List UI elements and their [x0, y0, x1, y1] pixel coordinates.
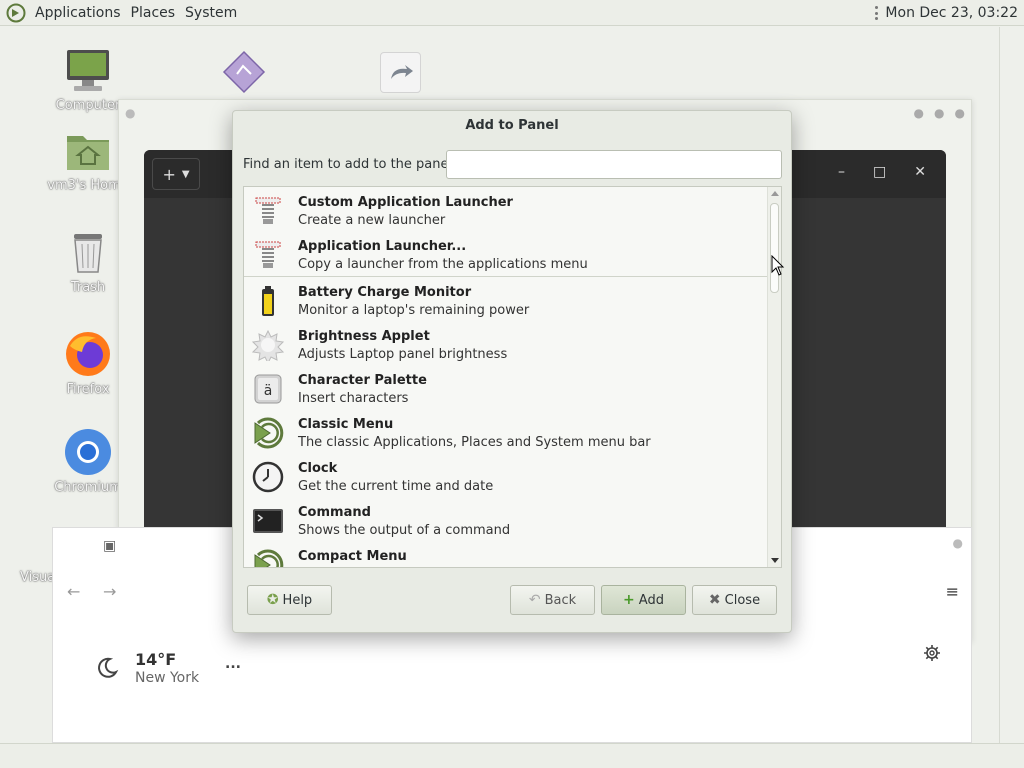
bottom-panel — [0, 743, 1024, 768]
applet-list[interactable]: Custom Application Launcher Create a new… — [243, 186, 782, 568]
add-button-label: Add — [638, 592, 664, 608]
desktop-icon-update[interactable] — [380, 52, 421, 93]
help-icon: ✪ — [266, 592, 279, 608]
list-item[interactable]: Custom Application Launcher Create a new… — [244, 189, 768, 233]
scroll-down-icon[interactable] — [771, 558, 779, 563]
weather-places-icon[interactable]: ▣ — [103, 538, 116, 554]
help-button-label: Help — [282, 592, 313, 608]
character-palette-icon: ä — [254, 374, 282, 404]
system-menu[interactable]: System — [180, 5, 242, 21]
clock-applet[interactable]: Mon Dec 23, 03:22 — [885, 5, 1018, 21]
list-item[interactable]: Classic Menu The classic Applications, P… — [244, 411, 768, 455]
firefox-icon — [66, 332, 110, 376]
home-folder-icon — [67, 136, 109, 170]
top-panel: Applications Places System Mon Dec 23, 0… — [0, 0, 1024, 26]
add-to-panel-dialog: Add to Panel Find an item to add to the … — [232, 110, 792, 633]
maximize-icon[interactable]: □ — [873, 164, 886, 180]
close-button-label: Close — [724, 592, 761, 608]
list-item[interactable]: Brightness Applet Adjusts Laptop panel b… — [244, 323, 768, 367]
item-name: Command — [298, 505, 371, 520]
find-label: Find an item to add to the panel: — [243, 157, 457, 172]
item-description: Shows the output of a command — [298, 523, 511, 538]
back-button-label: Back — [544, 592, 577, 608]
chromium-icon — [65, 429, 111, 475]
close-icon[interactable]: ✕ — [914, 164, 926, 180]
list-item[interactable]: Application Launcher... Copy a launcher … — [244, 233, 768, 277]
svg-text:ä: ä — [264, 383, 273, 399]
list-item[interactable]: Battery Charge Monitor Monitor a laptop'… — [244, 279, 768, 323]
more-options-button[interactable]: ... — [225, 656, 241, 672]
close-x-icon: ✖ — [708, 592, 721, 608]
window-controls: ● ● ● — [914, 106, 965, 120]
item-description: Adjusts Laptop panel brightness — [298, 347, 508, 362]
item-name: Clock — [298, 461, 338, 476]
help-button[interactable]: ✪ Help — [247, 585, 332, 615]
refresh-icon — [391, 65, 413, 79]
launcher-icon — [255, 197, 281, 224]
script-icon — [222, 50, 266, 94]
hamburger-menu-icon[interactable]: ≡ — [946, 582, 959, 601]
gear-icon[interactable] — [923, 644, 941, 662]
location: New York — [135, 670, 200, 686]
dialog-title: Add to Panel — [465, 118, 559, 133]
launcher-icon — [255, 241, 281, 268]
forward-arrow-icon[interactable]: → — [103, 582, 116, 601]
item-name: Custom Application Launcher — [298, 195, 513, 210]
item-name: Application Launcher... — [298, 239, 467, 254]
minimize-icon[interactable]: – — [838, 164, 845, 180]
plus-icon: + — [623, 592, 635, 608]
computer-icon — [67, 50, 109, 91]
item-description: Create a new launcher — [298, 213, 446, 228]
item-description: The classic Applications, Places and Sys… — [298, 435, 651, 450]
back-arrow-icon: ↶ — [528, 592, 541, 608]
item-description: Get the current time and date — [298, 479, 494, 494]
panel-handle-icon[interactable] — [875, 6, 879, 20]
item-name: Classic Menu — [298, 417, 394, 432]
desktop-icon-label: Visua — [20, 570, 56, 585]
back-button[interactable]: ↶ Back — [510, 585, 595, 615]
temperature: 14°F — [135, 650, 177, 669]
item-description: Insert characters — [298, 391, 409, 406]
item-name: Battery Charge Monitor — [298, 285, 472, 300]
mouse-pointer-icon — [771, 255, 785, 276]
find-item-input[interactable] — [446, 150, 782, 179]
clock-icon — [252, 461, 284, 493]
window-menu-icon[interactable]: ● — [125, 106, 135, 120]
new-tab-button[interactable]: + ▼ — [152, 158, 200, 190]
back-arrow-icon[interactable]: ← — [67, 582, 80, 601]
item-name: Compact Menu — [298, 549, 407, 564]
applications-menu[interactable]: Applications — [30, 5, 126, 21]
mate-menu-icon — [254, 417, 284, 449]
item-description: Copy a launcher from the applications me… — [298, 257, 588, 272]
list-separator — [244, 276, 768, 277]
list-scrollbar[interactable] — [767, 187, 781, 567]
list-item[interactable]: ä Character Palette Insert characters — [244, 367, 768, 411]
terminal-icon — [253, 509, 283, 533]
list-item[interactable]: Clock Get the current time and date — [244, 455, 768, 499]
close-icon[interactable]: ● — [955, 106, 965, 120]
chevron-down-icon: ▼ — [181, 168, 190, 180]
maximize-icon[interactable]: ● — [934, 106, 944, 120]
item-description: Monitor a laptop's remaining power — [298, 303, 530, 318]
mate-menu-icon — [254, 549, 284, 567]
item-name: Character Palette — [298, 373, 427, 388]
battery-icon — [262, 286, 274, 316]
close-button[interactable]: ✖ Close — [692, 585, 777, 615]
desktop-icon-script[interactable] — [222, 50, 266, 98]
mate-logo-icon[interactable] — [6, 3, 26, 23]
desktop-icon-vscode[interactable]: Visua — [0, 570, 55, 585]
item-name: Brightness Applet — [298, 329, 430, 344]
minimize-icon[interactable]: ● — [914, 106, 924, 120]
brightness-icon — [252, 329, 284, 361]
scroll-up-icon[interactable] — [771, 191, 779, 196]
scroll-thumb[interactable] — [770, 203, 779, 293]
trash-icon — [74, 234, 102, 273]
places-menu[interactable]: Places — [126, 5, 181, 21]
moon-icon — [98, 657, 119, 678]
list-item[interactable]: Command Shows the output of a command — [244, 499, 768, 543]
add-button[interactable]: + Add — [601, 585, 686, 615]
close-icon[interactable]: ● — [953, 536, 963, 550]
list-item[interactable]: Compact Menu — [244, 543, 768, 567]
plus-icon: + — [162, 164, 176, 184]
